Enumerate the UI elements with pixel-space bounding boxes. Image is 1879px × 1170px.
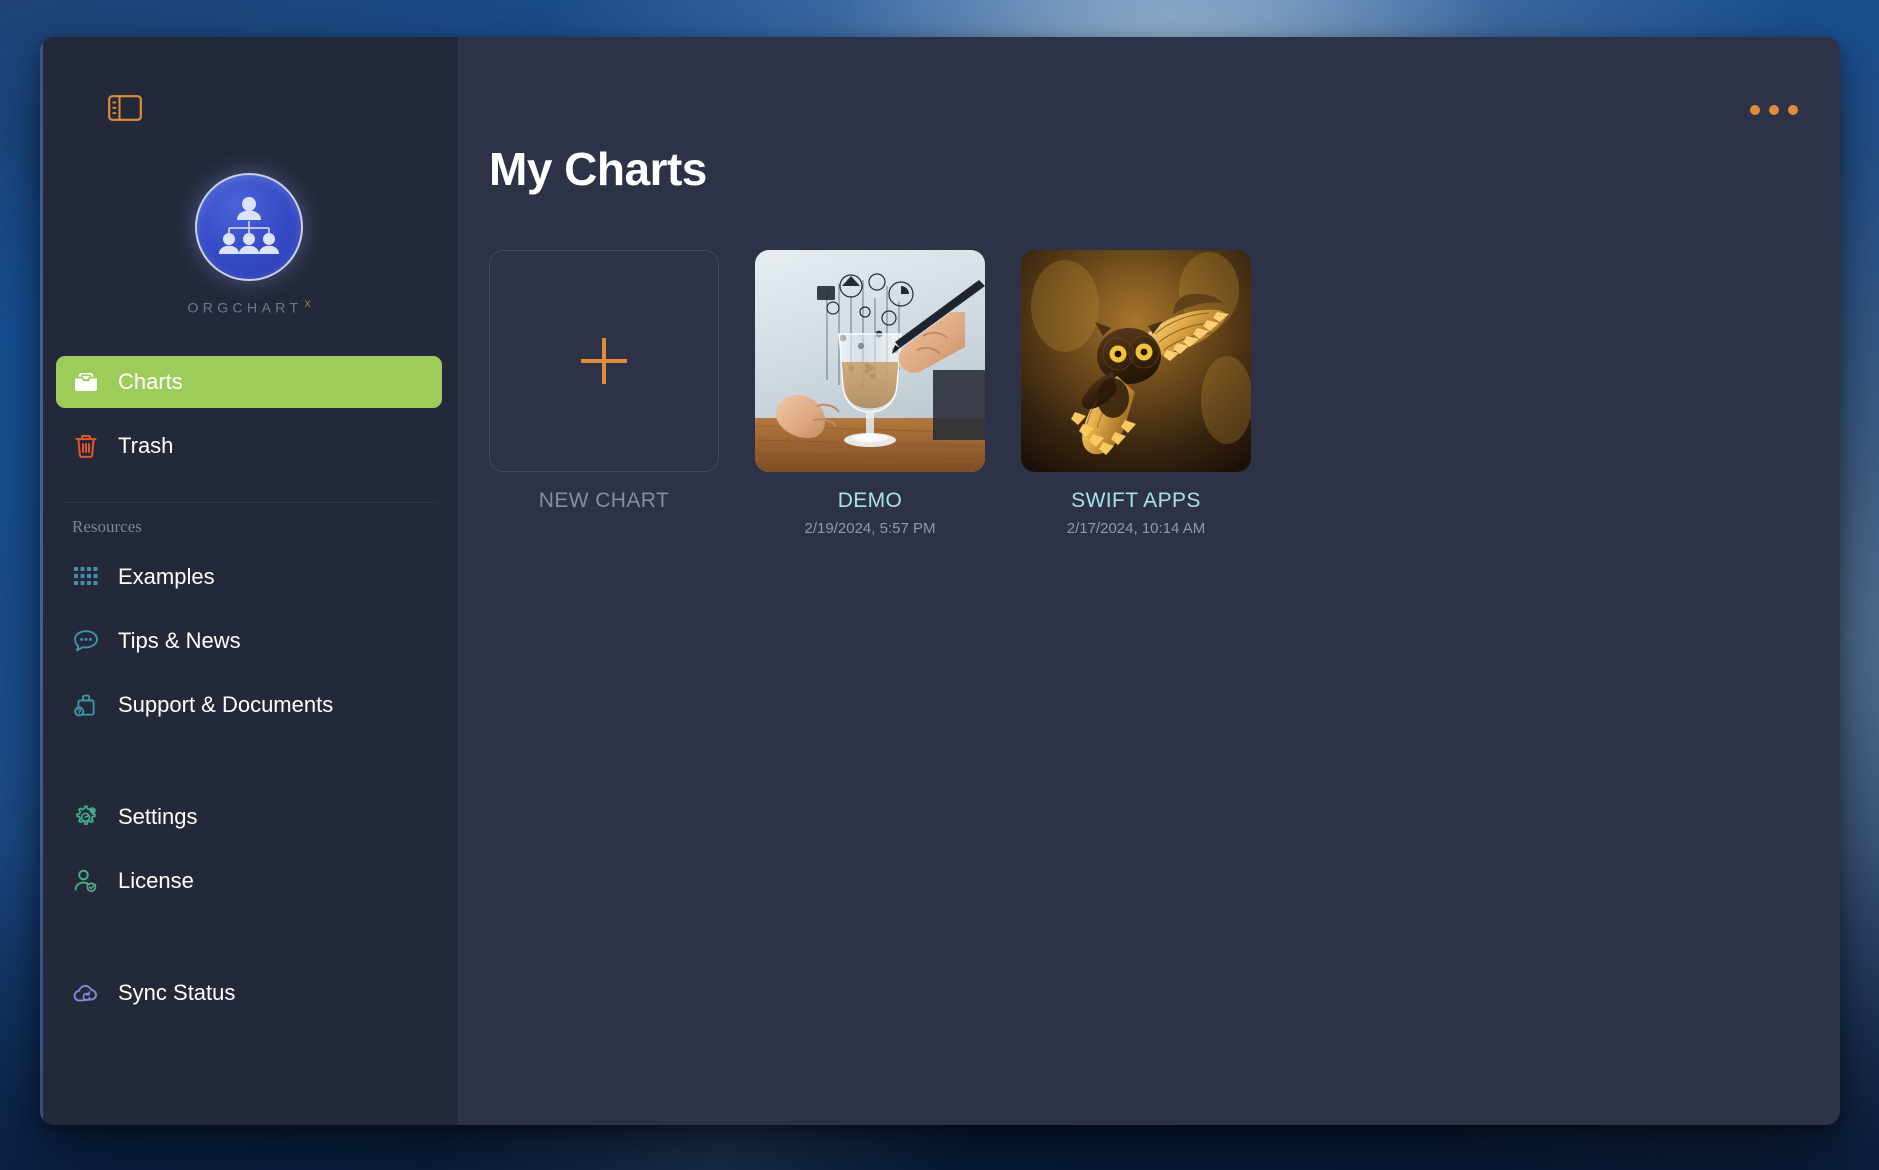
chart-card-swift-apps-date: 2/17/2024, 10:14 AM — [1066, 520, 1206, 537]
trash-can-icon — [72, 432, 100, 460]
chart-card-demo[interactable]: DEMO 2/19/2024, 5:57 PM — [755, 250, 985, 537]
sidebar-item-tips-news-label: Tips & News — [118, 627, 241, 653]
ellipsis-dot — [1750, 105, 1760, 115]
chart-card-swift-apps[interactable]: SWIFT APPS 2/17/2024, 10:14 AM — [1021, 250, 1251, 537]
sidebar-item-sync-status[interactable]: Sync Status — [56, 967, 442, 1019]
sidebar-item-charts-label: Charts — [118, 368, 183, 394]
chart-card-swift-apps-title: SWIFT APPS — [1071, 489, 1201, 512]
chart-card-demo-title: DEMO — [837, 489, 903, 512]
grid-dots-icon — [72, 563, 100, 591]
ellipsis-dot — [1788, 105, 1798, 115]
sidebar-item-settings[interactable]: Settings — [56, 791, 442, 843]
gear-icon — [72, 803, 100, 831]
sidebar-item-support-documents[interactable]: Support & Documents — [56, 679, 442, 731]
sidebar-section-resources: Resources — [72, 516, 142, 536]
page-title: My Charts — [489, 143, 707, 195]
org-chart-logo-icon — [195, 173, 303, 281]
sidebar-item-examples-label: Examples — [118, 563, 215, 589]
brand-name-text: ORGCHART — [187, 299, 303, 316]
plus-icon — [581, 338, 627, 384]
inbox-tray-icon — [72, 368, 100, 396]
sidebar-item-settings-label: Settings — [118, 803, 198, 829]
sidebar-item-tips-news[interactable]: Tips & News — [56, 615, 442, 667]
cloud-sync-icon — [72, 979, 100, 1007]
brand-superscript: X — [304, 299, 311, 309]
sidebar-system-nav: Settings License — [40, 791, 458, 919]
sidebar-item-trash-label: Trash — [118, 432, 174, 458]
sidebar-item-charts[interactable]: Charts — [56, 355, 442, 408]
ellipsis-icon[interactable] — [1750, 105, 1798, 115]
chart-thumbnail-swift-apps[interactable] — [1021, 250, 1251, 472]
new-chart-thumbnail[interactable] — [489, 250, 719, 472]
new-chart-card[interactable]: NEW CHART — [489, 250, 719, 537]
speech-bubble-icon — [72, 627, 100, 655]
sidebar-footer-nav: Sync Status — [40, 967, 458, 1031]
sidebar: ORGCHART X Charts Trash Resources Exampl… — [40, 37, 459, 1125]
sidebar-primary-nav: Charts Trash — [40, 355, 458, 484]
main-content: My Charts NEW CHART DEMO 2/19/2024, 5:57… — [459, 37, 1840, 1125]
chart-card-demo-date: 2/19/2024, 5:57 PM — [804, 520, 936, 537]
ellipsis-dot — [1769, 105, 1779, 115]
new-chart-title: NEW CHART — [538, 489, 670, 512]
sidebar-item-examples[interactable]: Examples — [56, 551, 442, 603]
charts-grid: NEW CHART DEMO 2/19/2024, 5:57 PM SWIFT … — [489, 250, 1840, 537]
sidebar-item-trash[interactable]: Trash — [56, 420, 442, 472]
sidebar-divider-1 — [62, 501, 436, 503]
sidebar-item-sync-status-label: Sync Status — [118, 979, 236, 1005]
sidebar-item-license-label: License — [118, 867, 194, 893]
brand-name: ORGCHART X — [187, 299, 310, 316]
app-window: ORGCHART X Charts Trash Resources Exampl… — [40, 37, 1840, 1125]
sidebar-resources-nav: Examples Tips & News Support & Documents — [40, 551, 458, 743]
sidebar-item-license[interactable]: License — [56, 855, 442, 907]
brand: ORGCHART X — [40, 173, 458, 316]
sidebar-toggle-icon[interactable] — [108, 95, 142, 121]
help-briefcase-icon — [72, 691, 100, 719]
sidebar-item-support-documents-label: Support & Documents — [118, 691, 334, 717]
user-check-icon — [72, 867, 100, 895]
chart-thumbnail-demo[interactable] — [755, 250, 985, 472]
